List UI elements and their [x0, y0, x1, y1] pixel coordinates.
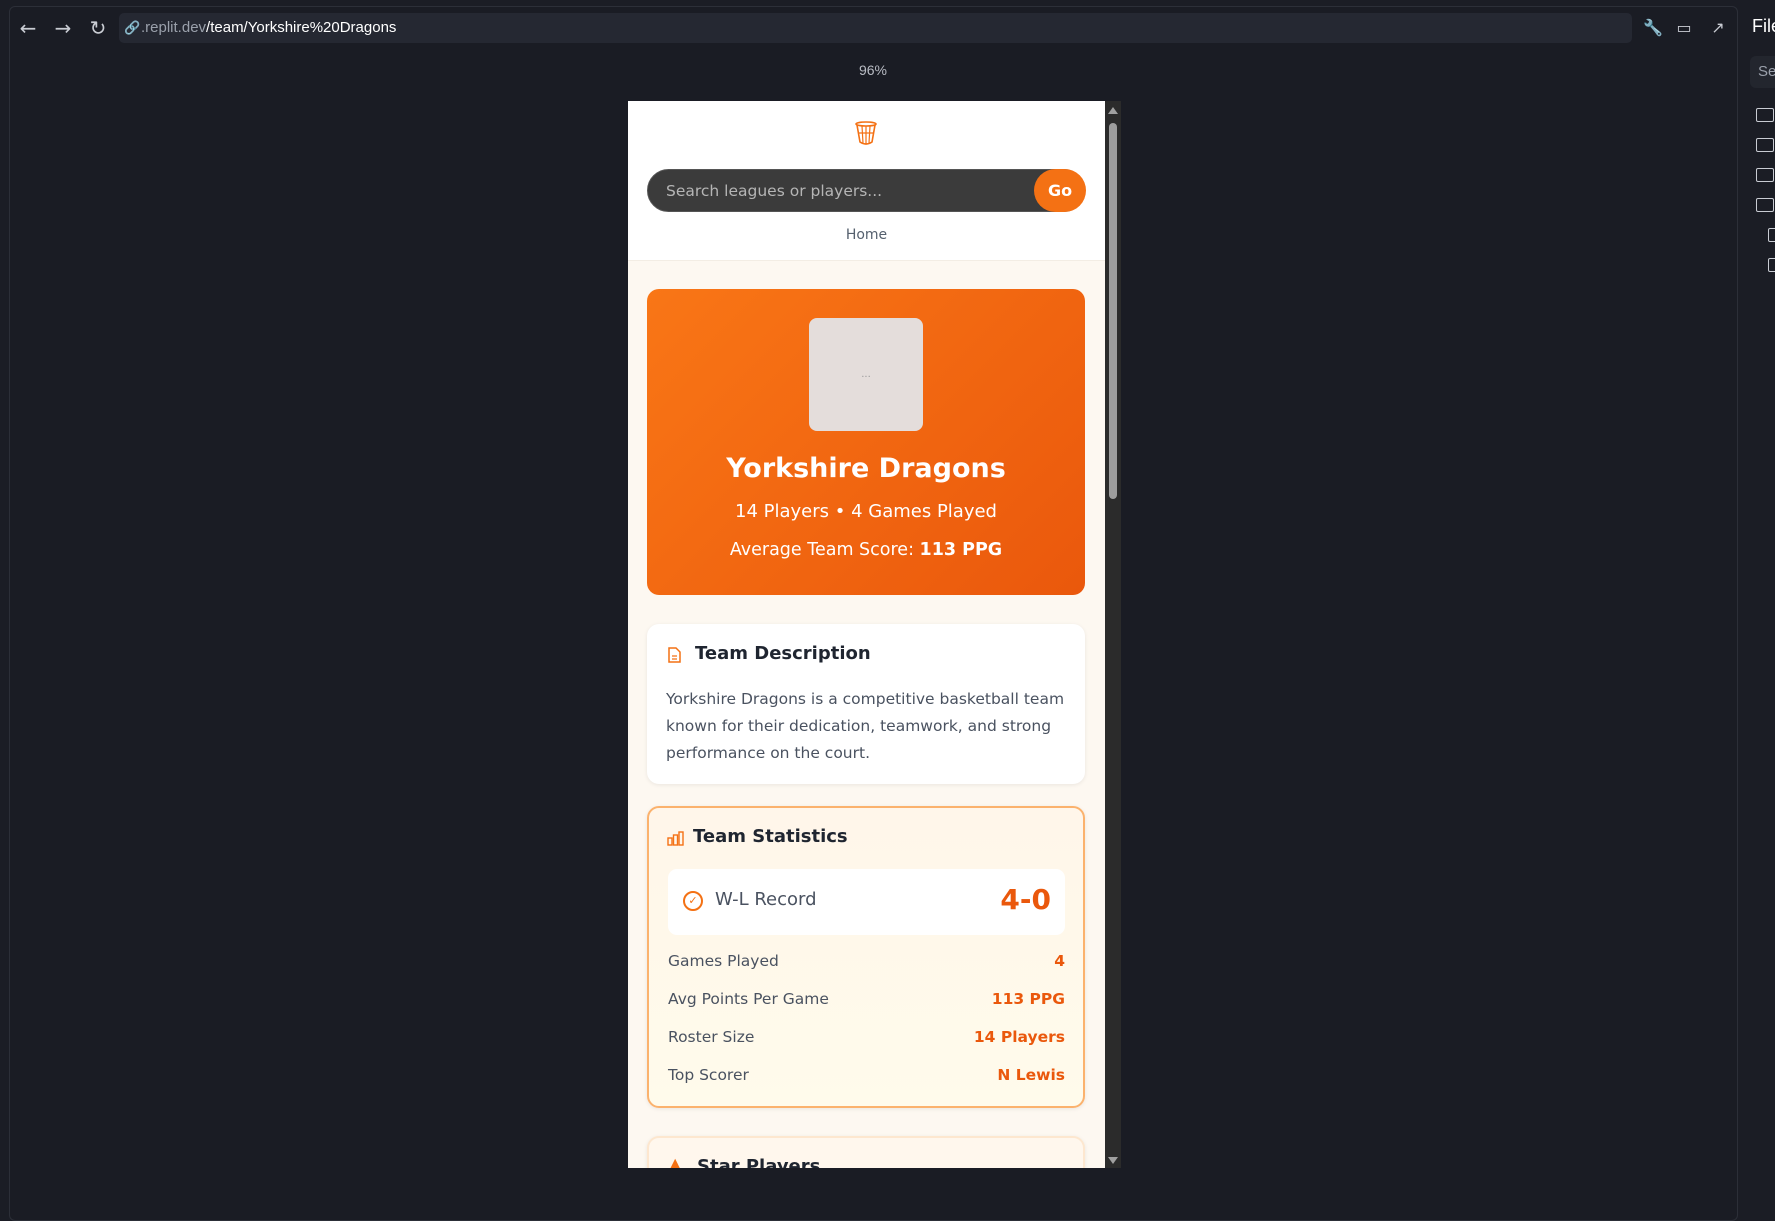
statistics-title: Team Statistics [693, 826, 848, 847]
search-input[interactable] [666, 170, 1026, 211]
description-title: Team Description [695, 643, 871, 664]
devtools-wrench-icon[interactable]: 🔧 [1639, 14, 1667, 42]
file-icon[interactable] [1768, 258, 1775, 272]
stat-row: Roster Size 14 Players [668, 1028, 1065, 1050]
team-subtitle: 14 Players • 4 Games Played [735, 501, 997, 522]
files-panel-title: Files [1752, 16, 1775, 36]
external-link-icon[interactable]: ↗ [1704, 14, 1732, 42]
description-text: Yorkshire Dragons is a competitive baske… [666, 690, 1065, 762]
reload-icon[interactable]: ↻ [84, 14, 112, 42]
record-label: W-L Record [715, 889, 817, 910]
stat-value: N Lewis [997, 1066, 1065, 1084]
address-bar[interactable]: 🔗 .replit.dev/team/Yorkshire%20Dragons [119, 13, 1632, 43]
stat-label: Avg Points Per Game [668, 990, 829, 1008]
stat-value: 4 [1054, 952, 1065, 970]
url-host: .replit.dev [141, 19, 207, 36]
avg-value: 113 PPG [919, 540, 1003, 560]
zoom-level: 96% [858, 62, 888, 78]
scroll-down-arrow-icon[interactable] [1108, 1157, 1118, 1164]
folder-icon[interactable] [1756, 108, 1774, 122]
star-players-card: ▲ Star Players [647, 1136, 1085, 1168]
scroll-up-arrow-icon[interactable] [1108, 107, 1118, 114]
url-path: /team/Yorkshire%20Dragons [206, 19, 397, 36]
document-icon [668, 647, 681, 663]
basketball-hoop-logo-icon[interactable] [854, 121, 878, 147]
team-statistics-card: Team Statistics ✓ W-L Record 4-0 Games P… [647, 806, 1085, 1108]
preview-scrollbar[interactable] [1105, 101, 1121, 1168]
browser-toolbar: ← → ↻ 🔗 .replit.dev/team/Yorkshire%20Drag… [0, 0, 1737, 50]
stat-value: 113 PPG [991, 990, 1065, 1008]
team-name: Yorkshire Dragons [726, 453, 1006, 484]
check-circle-icon: ✓ [683, 891, 703, 911]
stat-row: Games Played 4 [668, 952, 1065, 974]
files-search-input[interactable]: Se [1750, 56, 1775, 88]
folder-icon[interactable] [1756, 138, 1774, 152]
forward-icon[interactable]: → [49, 14, 77, 42]
folder-open-icon[interactable] [1756, 198, 1774, 212]
record-value: 4-0 [1000, 883, 1051, 916]
team-hero-card: ... Yorkshire Dragons 14 Players • 4 Gam… [647, 289, 1085, 595]
stat-label: Games Played [668, 952, 779, 970]
stat-row: Top Scorer N Lewis [668, 1066, 1065, 1088]
mobile-preview: Go Home ... Yorkshire Dragons 14 Players… [628, 101, 1105, 1168]
stat-row: Avg Points Per Game 113 PPG [668, 990, 1065, 1012]
file-icon[interactable] [1768, 228, 1775, 242]
win-loss-record: ✓ W-L Record 4-0 [668, 869, 1065, 935]
bar-chart-icon [667, 831, 684, 846]
star-players-title: Star Players [697, 1156, 821, 1168]
folder-icon[interactable] [1756, 168, 1774, 182]
scrollbar-thumb[interactable] [1109, 123, 1117, 499]
avg-label: Average Team Score: [729, 540, 920, 560]
site-header: Go Home [628, 101, 1105, 261]
search-bar: Go [647, 169, 1086, 212]
nav-home-link[interactable]: Home [628, 227, 1105, 243]
device-icon[interactable]: ▭ [1670, 14, 1698, 42]
team-description-card: Team Description Yorkshire Dragons is a … [647, 624, 1085, 784]
search-go-button[interactable]: Go [1034, 169, 1086, 212]
stat-value: 14 Players [973, 1028, 1065, 1046]
star-icon: ▲ [669, 1154, 682, 1168]
stat-label: Roster Size [668, 1028, 755, 1046]
back-icon[interactable]: ← [14, 14, 42, 42]
team-average-score: Average Team Score: 113 PPG [647, 540, 1085, 560]
stat-label: Top Scorer [668, 1066, 749, 1084]
team-logo-placeholder: ... [809, 318, 923, 431]
link-icon: 🔗 [124, 20, 141, 35]
